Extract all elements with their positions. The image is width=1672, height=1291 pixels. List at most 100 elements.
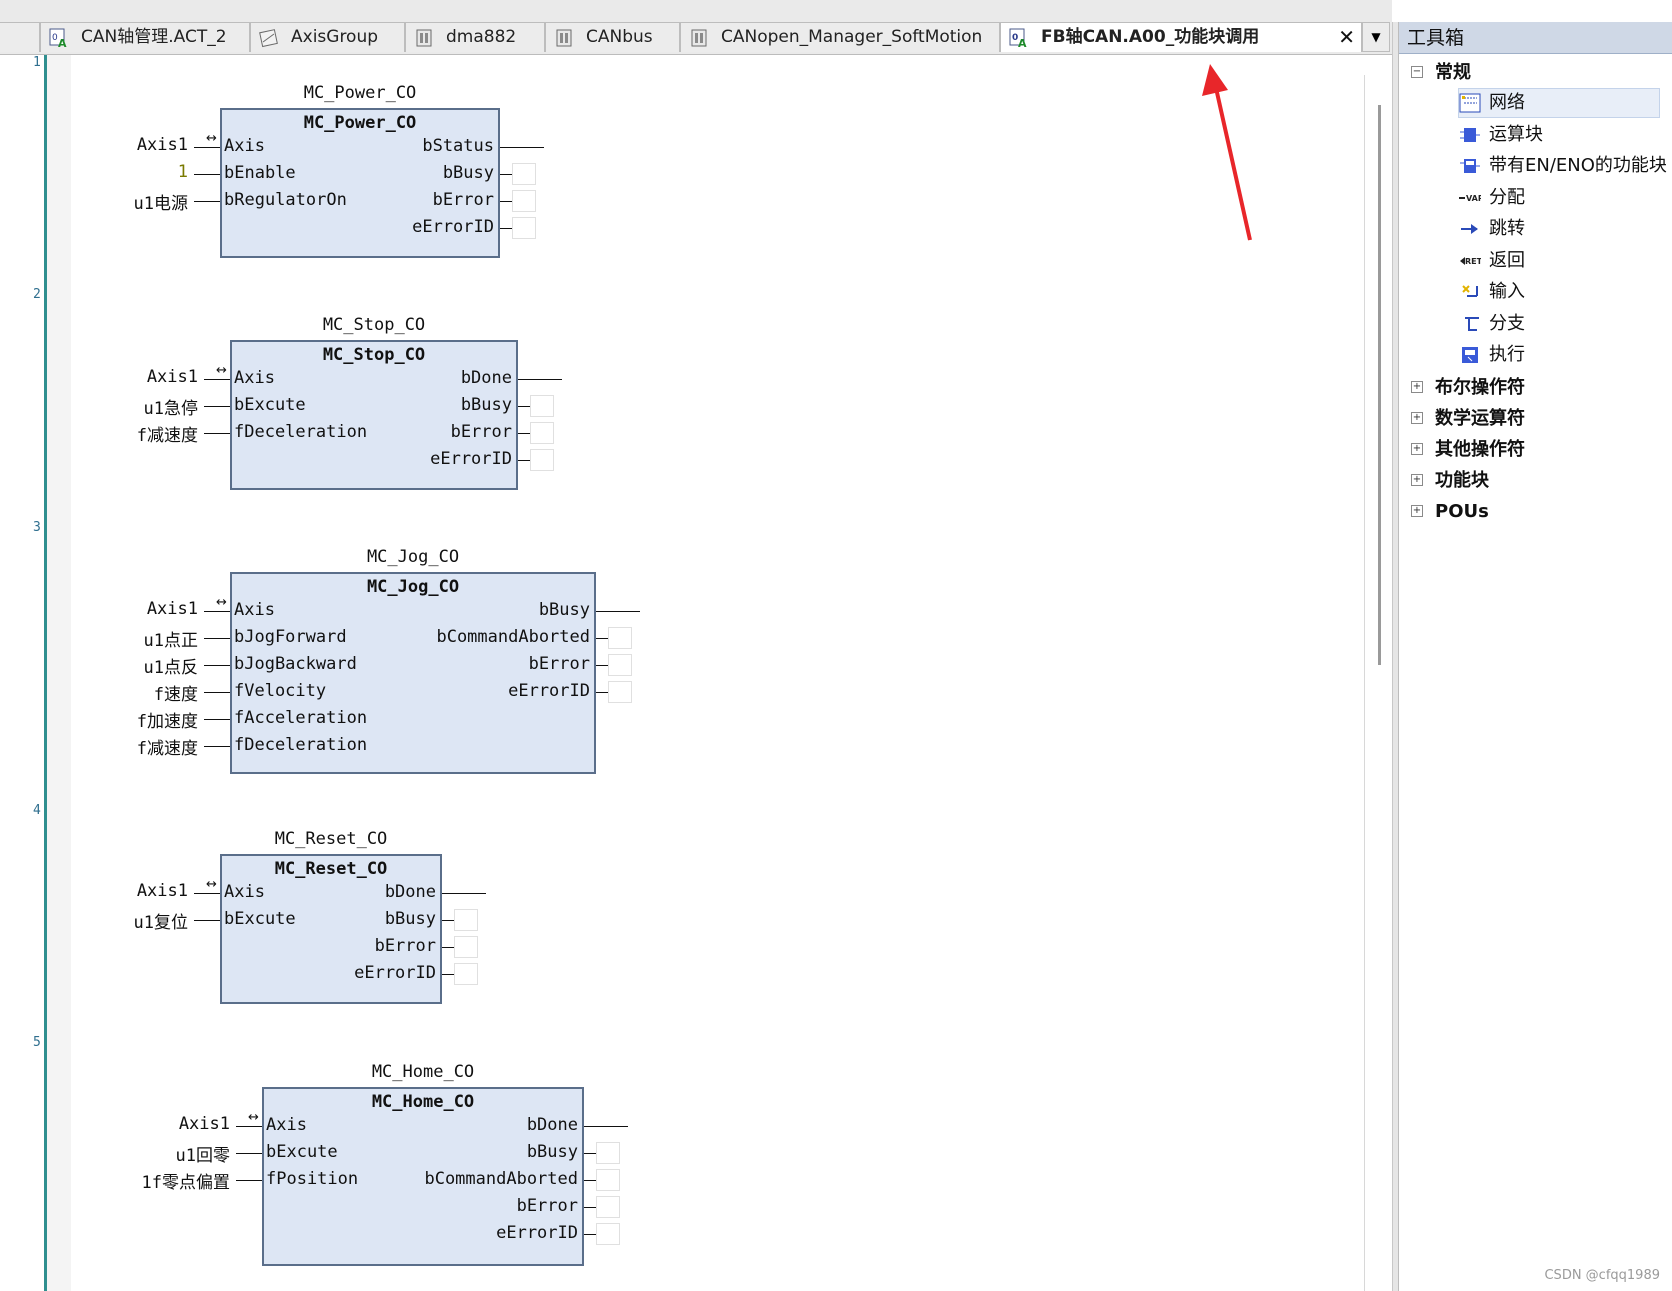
input-wire [194,201,220,202]
tab-list-dropdown-button[interactable]: ▼ [1362,22,1390,52]
function-block[interactable]: MC_Home_CO Axis bExcute fPosition bDone bBusy… [262,1087,584,1266]
tab-overflow-stub[interactable] [0,22,40,52]
function-block[interactable]: MC_Stop_CO Axis bExcute fDeceleration bDone b… [230,340,518,490]
output-variable-slot[interactable] [608,654,632,676]
toolbox-item[interactable]: 输入 [1459,278,1659,306]
output-pin: bBusy [538,600,590,620]
tab-item[interactable]: CANbus [545,22,680,52]
output-variable-slot[interactable] [454,936,478,958]
function-block[interactable]: MC_Reset_CO Axis bExcute bDone bBusy bError eE… [220,854,442,1004]
output-variable-slot[interactable] [454,963,478,985]
toolbox-group[interactable]: + 布尔操作符 [1399,373,1672,403]
fb-instance-name[interactable]: MC_Home_CO [262,1062,584,1082]
input-variable[interactable]: Axis1 [147,367,198,387]
output-wire [518,460,530,461]
box-en-icon [1459,156,1481,176]
expand-icon[interactable]: + [1411,380,1423,393]
output-variable-slot[interactable] [608,681,632,703]
branch-icon [1459,314,1481,334]
toolbox-group[interactable]: + 功能块 [1399,466,1672,496]
output-variable-slot[interactable] [512,163,536,185]
toolbox-group-label: 数学运算符 [1435,407,1525,429]
toolbox-item[interactable]: 带有EN/ENO的功能块 [1459,152,1667,180]
box-icon [1459,125,1481,145]
input-wire [204,406,230,407]
fb-instance-name[interactable]: MC_Power_CO [220,83,500,103]
toolbox-item[interactable]: 执行 [1459,341,1659,369]
tab-item[interactable]: 0 A FB轴CAN.A00_功能块调用 ✕ [1000,22,1362,52]
toolbox-item-label: 执行 [1489,344,1525,365]
tab-item[interactable]: CANopen_Manager_SoftMotion [680,22,1000,52]
input-pin: Axis [224,882,265,902]
input-variable[interactable]: u1点反 [144,653,198,678]
input-variable[interactable]: Axis1 [147,599,198,619]
input-variable[interactable]: Axis1 [179,1114,230,1134]
expand-icon[interactable]: + [1411,473,1423,486]
input-variable[interactable]: u1回零 [176,1141,230,1166]
input-variable[interactable]: f加速度 [137,707,198,732]
toolbox-item[interactable]: RET 返回 [1459,247,1659,275]
toolbox-group[interactable]: + POUs [1399,497,1672,527]
scrollbar-thumb[interactable] [1378,105,1381,665]
tab-item[interactable]: AxisGroup [250,22,405,52]
output-variable-slot[interactable] [454,909,478,931]
device-icon [689,28,709,48]
tab-item[interactable]: dma882 [405,22,545,52]
toolbox-item-label: 跳转 [1489,218,1525,239]
output-variable-slot[interactable] [530,395,554,417]
toolbox-item[interactable]: 运算块 [1459,121,1659,149]
output-variable-slot[interactable] [596,1142,620,1164]
output-variable-slot[interactable] [512,217,536,239]
input-variable[interactable]: f速度 [154,680,198,705]
tab-item[interactable]: 0 A CAN轴管理.ACT_2 [40,22,250,52]
input-variable[interactable]: u1急停 [144,394,198,419]
input-variable[interactable]: u1点正 [144,626,198,651]
input-variable[interactable]: Axis1 [137,135,188,155]
expand-icon[interactable]: + [1411,411,1423,424]
output-variable-slot[interactable] [596,1223,620,1245]
toolbox-item[interactable]: VAR 分配 [1459,184,1659,212]
collapse-icon[interactable]: − [1411,66,1423,78]
output-variable-slot[interactable] [596,1169,620,1191]
vertical-scrollbar[interactable] [1364,75,1393,1291]
output-variable-slot[interactable] [530,449,554,471]
input-variable[interactable]: Axis1 [137,881,188,901]
input-variable[interactable]: f减速度 [137,734,198,759]
fb-instance-name[interactable]: MC_Jog_CO [230,547,596,567]
function-block[interactable]: MC_Jog_CO Axis bJogForward bJogBackward fVel… [230,572,596,774]
svg-text:RET: RET [1465,257,1481,266]
output-wire [596,692,608,693]
toolbox-group[interactable]: + 数学运算符 [1399,404,1672,434]
input-variable[interactable]: 1f零点偏置 [142,1168,230,1193]
close-icon[interactable]: ✕ [1338,23,1355,51]
fb-instance-name[interactable]: MC_Reset_CO [220,829,442,849]
output-variable-slot[interactable] [596,1196,620,1218]
input-pin: fPosition [266,1169,359,1189]
input-variable[interactable]: f减速度 [137,421,198,446]
output-wire [584,1126,628,1127]
expand-icon[interactable]: + [1411,504,1423,517]
function-block[interactable]: MC_Power_CO Axis bEnable bRegulatorOn bStatu… [220,108,500,258]
toolbox-item[interactable]: 分支 [1459,310,1659,338]
toolbox-item-label: 运算块 [1489,123,1543,145]
input-wire [194,893,220,894]
toolbox-group[interactable]: − 常规 [1399,58,1672,88]
input-pin: Axis [266,1115,307,1135]
toolbox-item[interactable]: 网络 [1458,88,1660,118]
output-pin: bBusy [526,1142,578,1162]
input-variable[interactable]: u1电源 [134,189,188,214]
output-variable-slot[interactable] [608,627,632,649]
toolbox-group-label: 其他操作符 [1435,438,1525,460]
fb-instance-name[interactable]: MC_Stop_CO [230,315,518,335]
input-variable[interactable]: u1复位 [134,908,188,933]
input-variable[interactable]: 1 [178,162,188,182]
toolbox-group[interactable]: + 其他操作符 [1399,435,1672,465]
toolbox-item[interactable]: 跳转 [1459,215,1659,243]
cfc-editor-canvas[interactable]: 1 2 3 4 5 MC_Power_CO MC_Power_CO Axis bEnable bR… [0,55,1393,1291]
axisgroup-icon [259,28,279,48]
network-gutter [47,55,71,1291]
output-variable-slot[interactable] [530,422,554,444]
output-wire [584,1207,596,1208]
expand-icon[interactable]: + [1411,442,1423,455]
output-variable-slot[interactable] [512,190,536,212]
